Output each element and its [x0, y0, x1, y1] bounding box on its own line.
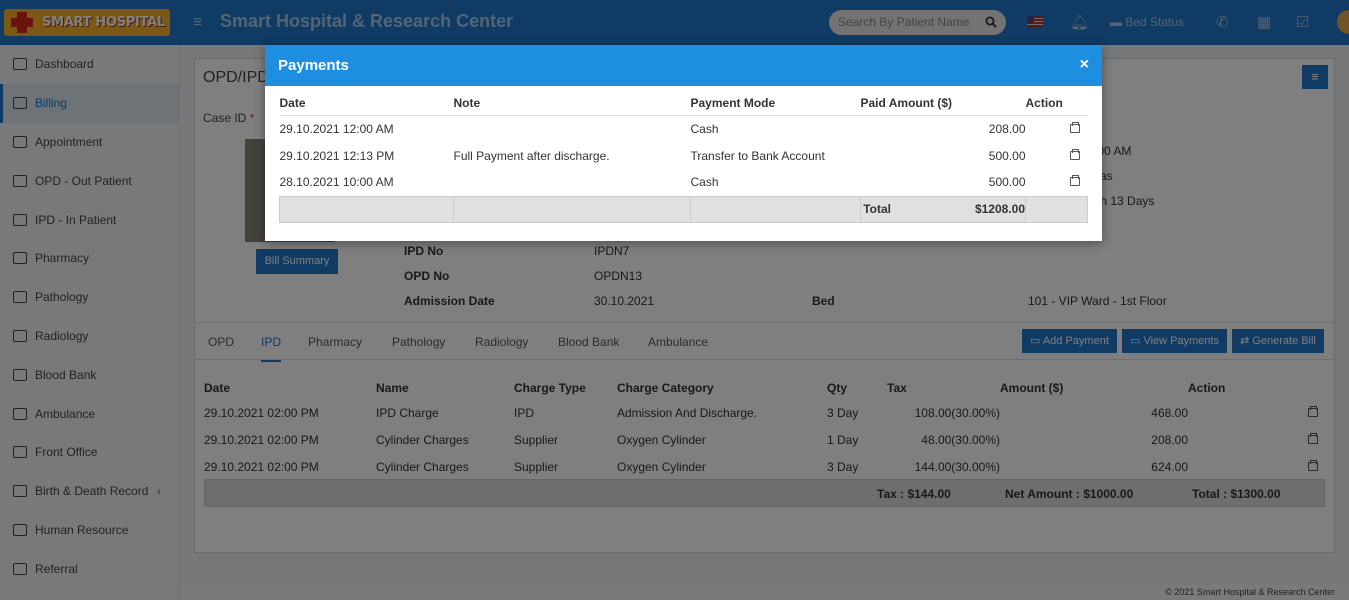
table-row: 29.10.2021 12:00 AM Cash 208.00: [280, 115, 1088, 142]
payments-modal: Payments × Date Note Payment Mode Paid A…: [265, 45, 1102, 241]
print-icon[interactable]: [1069, 175, 1080, 187]
col-paid-amount: Paid Amount ($): [860, 91, 1026, 116]
cell-paid-amount: 500.00: [988, 175, 1026, 190]
total-label: Total: [863, 202, 891, 216]
table-header-row: Date Note Payment Mode Paid Amount ($) A…: [279, 91, 1088, 116]
modal-header: Payments ×: [265, 45, 1102, 86]
payments-total-row: Total $1208.00: [279, 195, 1088, 223]
cell-date: 28.10.2021 10:00 AM: [279, 175, 394, 190]
modal-title: Payments: [278, 57, 349, 74]
cell-date: 29.10.2021 12:13 PM: [279, 148, 395, 163]
cell-note: [454, 115, 691, 142]
col-note: Note: [453, 91, 691, 116]
cell-payment-mode: Transfer to Bank Account: [690, 148, 825, 163]
col-date: Date: [279, 91, 454, 116]
cell-date: 29.10.2021 12:00 AM: [279, 121, 394, 136]
col-payment-mode: Payment Mode: [690, 91, 861, 116]
table-row: 28.10.2021 10:00 AM Cash 500.00: [280, 169, 1088, 196]
cell-note: Full Payment after discharge.: [453, 148, 610, 163]
print-icon[interactable]: [1069, 121, 1080, 133]
table-row: 29.10.2021 12:13 PM Full Payment after d…: [280, 142, 1088, 169]
print-icon[interactable]: [1069, 148, 1080, 160]
cell-payment-mode: Cash: [690, 121, 719, 136]
close-icon[interactable]: ×: [1080, 56, 1089, 74]
cell-paid-amount: 208.00: [988, 121, 1026, 136]
cell-paid-amount: 500.00: [988, 148, 1026, 163]
cell-payment-mode: Cash: [690, 175, 719, 190]
cell-note: [454, 169, 691, 196]
col-action: Action: [1025, 91, 1088, 116]
payments-table: Date Note Payment Mode Paid Amount ($) A…: [279, 91, 1088, 223]
